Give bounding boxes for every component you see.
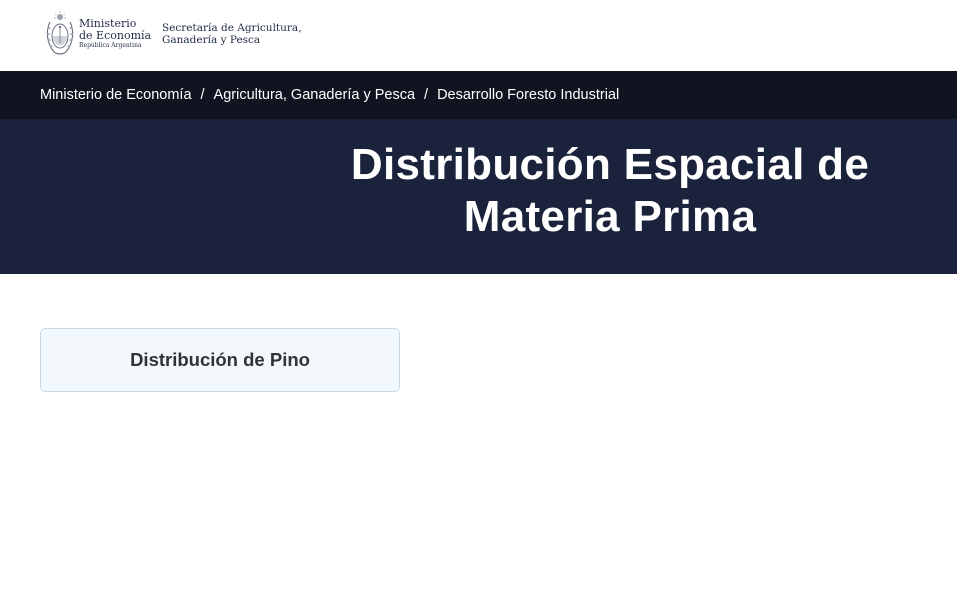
hero-banner: Distribución Espacial de Materia Prima xyxy=(0,119,957,274)
breadcrumb-item-ministerio[interactable]: Ministerio de Economía xyxy=(40,87,192,103)
ministerio-wordmark: Ministerio de Economía República Argenti… xyxy=(79,18,151,49)
breadcrumb-item-agricultura[interactable]: Agricultura, Ganadería y Pesca xyxy=(214,87,416,103)
secretaria-line-1: Secretaría de Agricultura, xyxy=(162,22,302,34)
page-title-line-2: Materia Prima xyxy=(463,192,757,241)
breadcrumb-separator: / xyxy=(200,87,205,103)
page-title: Distribución Espacial de Materia Prima xyxy=(300,139,920,243)
secretaria-wordmark: Secretaría de Agricultura, Ganadería y P… xyxy=(162,22,302,46)
site-header: Ministerio de Economía República Argenti… xyxy=(0,0,967,71)
ministerio-logo-link[interactable]: Ministerio de Economía República Argenti… xyxy=(44,10,151,58)
breadcrumb-separator: / xyxy=(424,87,429,103)
logo-line-3: República Argentina xyxy=(79,42,142,50)
argentina-coat-of-arms-icon xyxy=(46,11,74,55)
card-distribucion-pino[interactable]: Distribución de Pino xyxy=(40,328,400,392)
page-title-line-1: Distribución Espacial de xyxy=(350,140,870,189)
card-label: Distribución de Pino xyxy=(130,349,310,370)
logo-line-2: de Economía xyxy=(79,28,152,42)
secretaria-line-2: Ganadería y Pesca xyxy=(162,33,261,46)
breadcrumb-item-current: Desarrollo Foresto Industrial xyxy=(437,87,620,103)
breadcrumb: Ministerio de Economía / Agricultura, Ga… xyxy=(0,71,957,119)
